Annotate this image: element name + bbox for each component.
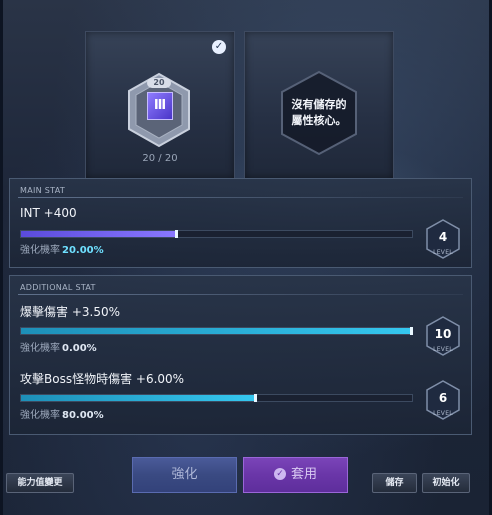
main-stat-rate: 強化機率 20.00% [20,241,104,256]
main-stat-panel: MAIN STAT INT +400 強化機率 20.00% 4 LEVEL [9,178,472,268]
additional-stat-progress-knob-1 [410,327,413,335]
main-stat-rate-value: 20.00% [62,245,104,256]
additional-stat-progress-fill-2 [21,395,256,401]
divider [18,197,463,198]
additional-stat-rate-label-1: 強化機率 [20,343,60,354]
main-stat-rate-label: 強化機率 [20,245,60,256]
panel-edge-left [0,0,3,515]
additional-stat-name-1: 爆擊傷害 +3.50% [20,305,120,319]
main-stat-level: 4 [438,230,448,244]
additional-stat-progress-bar-2 [20,394,413,402]
additional-stat-title: ADDITIONAL STAT [20,283,96,292]
empty-core-line2: 屬性核心。 [291,114,347,127]
additional-stat-rate-value-1: 0.00% [62,343,97,354]
main-stat-level-badge: 4 LEVEL [425,219,461,259]
additional-stat-level-label-2: LEVEL [433,410,453,417]
main-stat-name: INT +400 [20,206,77,220]
additional-stat-level-label-1: LEVEL [433,346,453,353]
ability-change-button[interactable]: 能力值變更 [6,473,74,493]
save-button[interactable]: 儲存 [372,473,417,493]
core-count: 20 / 20 [142,153,178,164]
equipped-core-card[interactable]: ✓ 20 Ⅲ 20 / 20 [85,31,235,179]
core-level-badge: 20 [147,78,171,88]
additional-stat-progress-knob-2 [253,394,257,402]
check-icon: ✓ [212,40,226,54]
apply-button[interactable]: ✓ 套用 [243,457,348,493]
divider [18,294,463,295]
check-circle-icon: ✓ [273,467,286,480]
main-stat-progress-fill [21,231,178,237]
additional-stat-progress-fill-1 [21,328,412,334]
apply-button-label: 套用 [290,467,317,482]
empty-core-line1: 沒有儲存的 [291,98,347,111]
additional-stat-level-badge-1: 10 LEVEL [425,316,461,356]
additional-stat-rate-2: 強化機率 80.00% [20,406,104,421]
saved-core-card[interactable]: 沒有儲存的 屬性核心。 [244,31,394,179]
core-numeral-icon: Ⅲ [147,92,173,120]
additional-stat-name-2: 攻擊Boss怪物時傷害 +6.00% [20,372,185,386]
core-slot: 20 Ⅲ [126,72,192,148]
main-stat-progress-knob [175,230,179,238]
main-stat-level-label: LEVEL [433,249,453,256]
additional-stat-rate-value-2: 80.00% [62,410,104,421]
additional-stat-level-1: 10 [434,327,452,341]
additional-stat-panel: ADDITIONAL STAT 爆擊傷害 +3.50% 強化機率 0.00% 10… [9,275,472,435]
additional-stat-rate-1: 強化機率 0.00% [20,339,97,354]
additional-stat-progress-bar-1 [20,327,413,335]
additional-stat-level-2: 6 [438,391,448,405]
additional-stat-level-badge-2: 6 LEVEL [425,380,461,420]
empty-core-message: 沒有儲存的 屬性核心。 [245,97,393,129]
main-stat-title: MAIN STAT [20,186,66,195]
reinforce-button[interactable]: 強化 [132,457,237,493]
reset-button[interactable]: 初始化 [422,473,470,493]
additional-stat-rate-label-2: 強化機率 [20,410,60,421]
main-stat-progress-bar [20,230,413,238]
